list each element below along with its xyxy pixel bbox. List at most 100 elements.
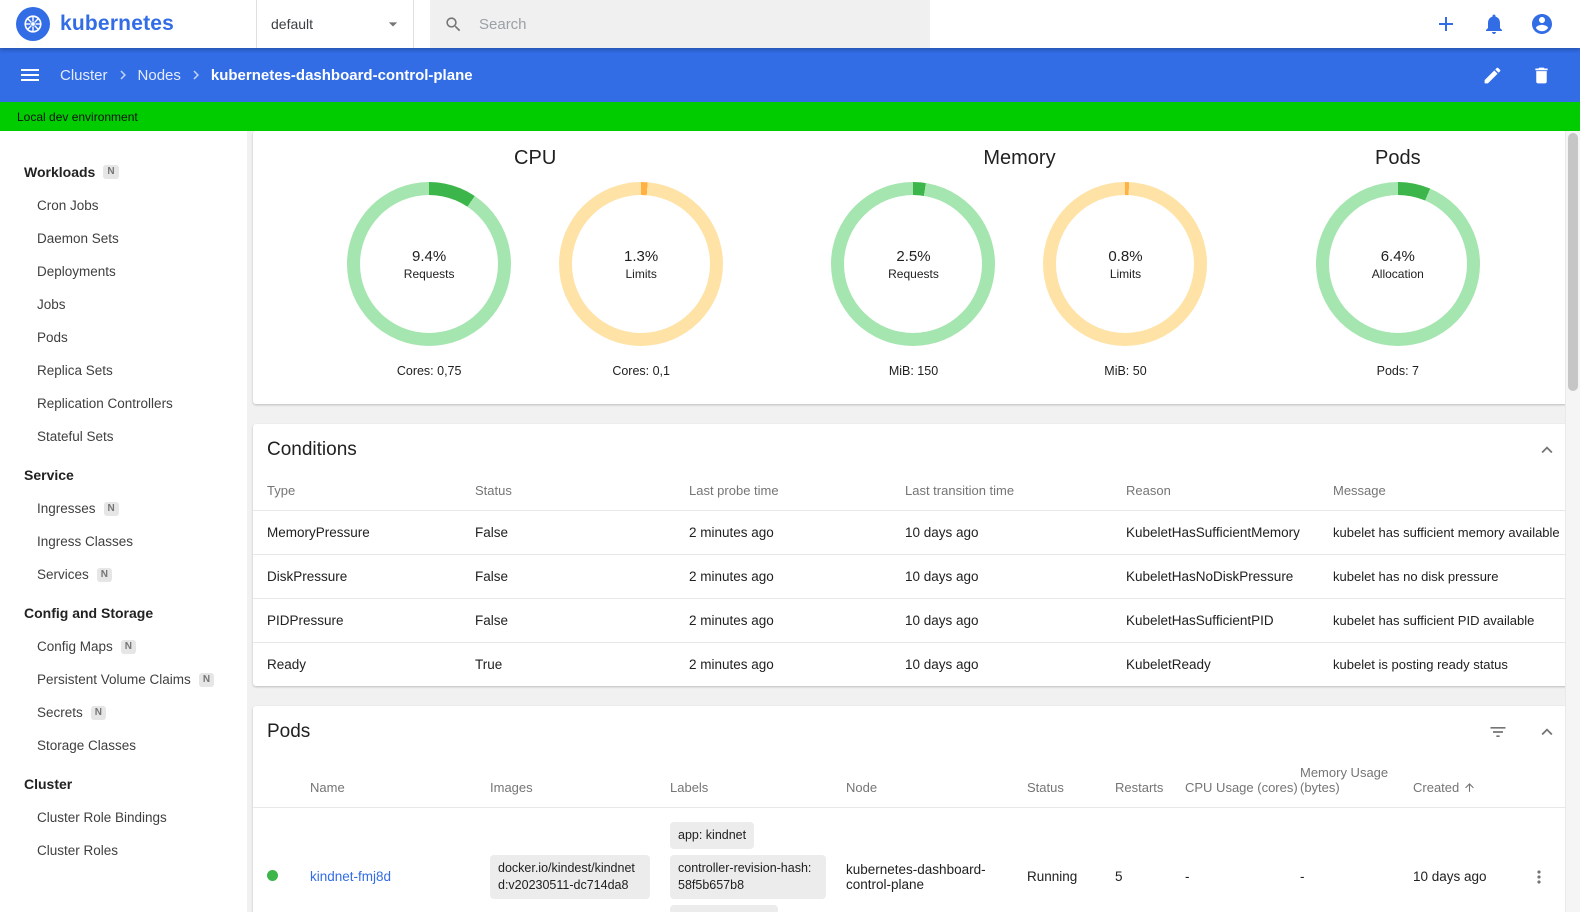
condition-status-cell: False — [465, 598, 679, 643]
sidebar-item-pods[interactable]: Pods — [0, 321, 247, 354]
sidebar-section-label: Config and Storage — [24, 605, 154, 621]
cpu-limits-donut: 1.3% Limits — [559, 182, 724, 346]
namespaced-badge: N — [103, 165, 119, 179]
column-header-status-dot — [253, 755, 300, 808]
sidebar-item-label: Daemon Sets — [37, 231, 119, 246]
sidebar-item-jobs[interactable]: Jobs — [0, 288, 247, 321]
condition-type-cell: Ready — [253, 642, 465, 686]
table-row[interactable]: kindnet-fmj8d docker.io/kindest/kindnetd… — [253, 807, 1574, 912]
collapse-conditions-button[interactable] — [1536, 439, 1558, 461]
top-app-bar: kubernetes default — [0, 0, 1580, 48]
column-header-cpu-usage[interactable]: CPU Usage (cores) — [1175, 755, 1298, 808]
sidebar-item-cluster-roles[interactable]: Cluster Roles — [0, 834, 247, 867]
account-button[interactable] — [1530, 12, 1554, 36]
sidebar-item-deployments[interactable]: Deployments — [0, 255, 247, 288]
breadcrumb-cluster-link[interactable]: Cluster — [60, 67, 108, 84]
sidebar-item-cron-jobs[interactable]: Cron Jobs — [0, 189, 247, 222]
condition-probe-cell: 2 minutes ago — [679, 598, 895, 643]
sidebar-item-stateful-sets[interactable]: Stateful Sets — [0, 420, 247, 453]
sidebar-item-ingresses[interactable]: Ingresses N — [0, 492, 247, 525]
sidebar-item-label: Jobs — [37, 297, 66, 312]
donut-percent: 9.4% — [412, 247, 447, 265]
condition-transition-cell: 10 days ago — [895, 598, 1116, 643]
condition-status-cell: False — [465, 554, 679, 599]
conditions-table: Type Status Last probe time Last transit… — [253, 473, 1574, 686]
edit-button[interactable] — [1482, 65, 1503, 86]
pod-menu-cell — [1503, 807, 1574, 912]
column-header-labels[interactable]: Labels — [660, 755, 836, 808]
sidebar-item-cluster-role-bindings[interactable]: Cluster Role Bindings — [0, 801, 247, 834]
pod-node-cell: kubernetes-dashboard-control-plane — [836, 807, 1017, 912]
namespace-select[interactable]: default — [256, 0, 414, 48]
column-header-created[interactable]: Created — [1403, 755, 1503, 808]
chart-group-title: CPU — [514, 147, 557, 169]
donut-caption: MiB: 150 — [888, 364, 939, 378]
search-input[interactable] — [479, 15, 916, 33]
pod-status-ok-icon — [267, 870, 278, 882]
pod-created-cell: 10 days ago — [1403, 807, 1503, 912]
sidebar-item-replication-controllers[interactable]: Replication Controllers — [0, 387, 247, 420]
column-header-memory-usage[interactable]: Memory Usage (bytes) — [1290, 755, 1403, 808]
sidebar-section-label: Service — [24, 467, 74, 483]
pods-chart-group: Pods 6.4% Allocation Pods: 7 — [1315, 141, 1480, 378]
search-bar[interactable] — [430, 0, 930, 48]
brand-name: kubernetes — [60, 12, 175, 35]
column-header-name[interactable]: Name — [300, 755, 480, 808]
condition-probe-cell: 2 minutes ago — [679, 554, 895, 599]
pod-restarts-cell: 5 — [1105, 807, 1175, 912]
condition-message-cell: kubelet has sufficient memory available — [1323, 510, 1574, 555]
sidebar-section-service: Service — [0, 458, 247, 492]
conditions-header-row: Type Status Last probe time Last transit… — [253, 473, 1574, 511]
pods-table: Name Images Labels Node Status Restarts … — [253, 755, 1574, 912]
collapse-pods-button[interactable] — [1536, 721, 1558, 743]
pod-label-chip: k8s-app: kindnet — [670, 904, 778, 912]
sidebar-item-daemon-sets[interactable]: Daemon Sets — [0, 222, 247, 255]
table-row: DiskPressure False 2 minutes ago 10 days… — [253, 554, 1574, 599]
notifications-button[interactable] — [1482, 12, 1506, 36]
chart-group-title: Memory — [983, 147, 1056, 169]
sidebar-item-storage-classes[interactable]: Storage Classes — [0, 729, 247, 762]
column-header-node[interactable]: Node — [836, 755, 1017, 808]
column-header-images[interactable]: Images — [480, 755, 660, 808]
column-header-status[interactable]: Status — [1017, 755, 1105, 808]
scrollbar[interactable] — [1565, 131, 1580, 912]
donut-percent: 0.8% — [1108, 247, 1143, 265]
pod-name-link[interactable]: kindnet-fmj8d — [310, 869, 391, 884]
scrollbar-thumb[interactable] — [1568, 133, 1578, 391]
namespaced-badge: N — [103, 501, 119, 516]
filter-icon[interactable] — [1488, 722, 1508, 742]
column-header-row-menu — [1503, 755, 1574, 808]
donut-label: Requests — [888, 266, 939, 281]
condition-type-cell: MemoryPressure — [253, 510, 465, 555]
brand[interactable]: kubernetes — [0, 7, 256, 41]
delete-button[interactable] — [1531, 65, 1552, 86]
row-menu-icon[interactable] — [1529, 867, 1549, 887]
donut-label: Limits — [1109, 266, 1142, 281]
condition-transition-cell: 10 days ago — [895, 554, 1116, 599]
sidebar-item-config-maps[interactable]: Config Maps N — [0, 630, 247, 663]
chevron-right-icon — [187, 66, 205, 84]
breadcrumb-nodes-link[interactable]: Nodes — [138, 67, 181, 84]
sidebar-item-services[interactable]: Services N — [0, 558, 247, 591]
pod-cpu-usage-cell: - — [1175, 807, 1290, 912]
sidebar-item-replica-sets[interactable]: Replica Sets — [0, 354, 247, 387]
allocation-card: CPU 9.4% Requests Cores: 0,75 1.3% Limit… — [253, 131, 1574, 404]
cpu-chart-group: CPU 9.4% Requests Cores: 0,75 1.3% Limit… — [347, 141, 724, 378]
pod-labels-cell: app: kindnet controller-revision-hash: 5… — [660, 807, 836, 912]
sidebar-item-workloads[interactable]: Workloads N — [0, 155, 247, 189]
memory-requests-donut: 2.5% Requests — [831, 182, 996, 346]
add-resource-button[interactable] — [1434, 12, 1458, 36]
sidebar-section-label: Cluster — [24, 776, 73, 792]
conditions-card: Conditions Type Status Last probe time L… — [253, 424, 1574, 686]
sidebar-item-label: Stateful Sets — [37, 429, 114, 444]
donut-label: Allocation — [1371, 266, 1424, 281]
sidebar-item-persistent-volume-claims[interactable]: Persistent Volume Claims N — [0, 663, 247, 696]
column-header-restarts[interactable]: Restarts — [1105, 755, 1175, 808]
condition-transition-cell: 10 days ago — [895, 642, 1116, 686]
sidebar-item-ingress-classes[interactable]: Ingress Classes — [0, 525, 247, 558]
table-row: MemoryPressure False 2 minutes ago 10 da… — [253, 510, 1574, 555]
pods-card: Pods Name Images Labels Node Status Rest… — [253, 706, 1574, 912]
menu-icon[interactable] — [18, 63, 42, 87]
sidebar-item-secrets[interactable]: Secrets N — [0, 696, 247, 729]
condition-status-cell: True — [465, 642, 679, 686]
